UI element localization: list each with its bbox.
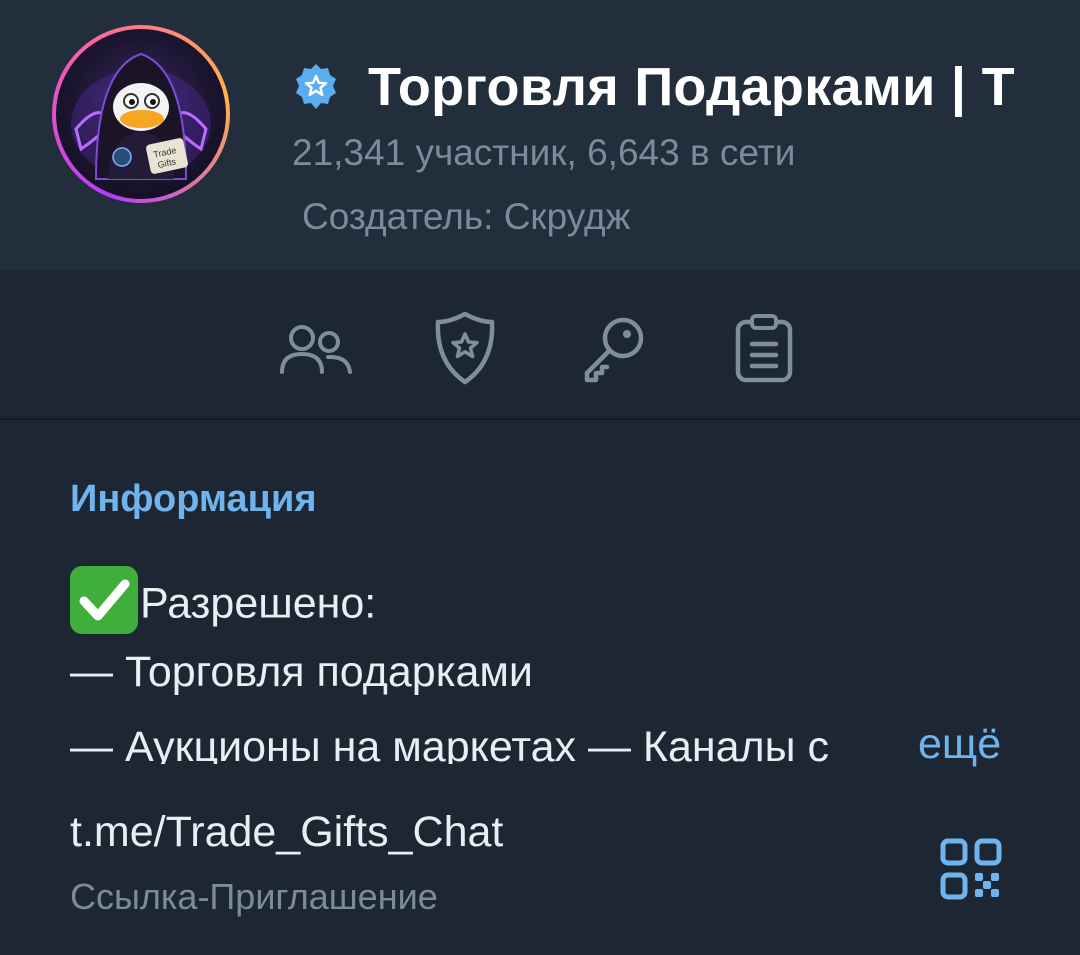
qr-code-icon[interactable]: [940, 838, 1002, 900]
description-line-1: Разрешено:: [70, 566, 377, 640]
profile-header: Trade Gifts Торговля Подарками | Т 21,34…: [0, 0, 1080, 270]
admins-shield-icon: [435, 311, 495, 385]
chat-info-page: Trade Gifts Торговля Подарками | Т 21,34…: [0, 0, 1080, 955]
info-section: Информация Разрешено: — Торговля подарка…: [0, 420, 1080, 955]
group-avatar[interactable]: Trade Gifts: [52, 25, 230, 203]
description-line-3: — Аукционы на маркетах — Каналы с: [70, 718, 930, 764]
section-title-info: Информация: [70, 478, 317, 520]
duck-hacker-avatar-illustration: Trade Gifts: [71, 52, 211, 180]
check-mark-emoji-icon: [70, 566, 138, 634]
show-more-link[interactable]: ещё: [918, 720, 1001, 769]
invite-link-caption: Ссылка-Приглашение: [70, 876, 438, 917]
group-title: Торговля Подарками | Т: [368, 57, 1015, 117]
description-line-2: — Торговля подарками: [70, 648, 533, 696]
recent-actions-button[interactable]: [724, 308, 804, 388]
member-count: 21,341 участник, 6,643 в сети: [292, 132, 796, 173]
avatar-image: Trade Gifts: [56, 29, 226, 199]
permissions-key-icon: [584, 317, 644, 383]
recent-actions-clipboard-icon: [735, 314, 793, 383]
members-button[interactable]: [276, 308, 356, 388]
description-line-3-text: — Аукционы на маркетах — Каналы с: [70, 723, 829, 764]
title-fade: [1020, 52, 1080, 122]
description-allowed-label: Разрешено:: [140, 579, 377, 628]
administrators-button[interactable]: [425, 308, 505, 388]
members-icon: [280, 325, 352, 374]
verified-badge-icon: [296, 64, 336, 109]
creator-label: Создатель: Скрудж: [302, 196, 631, 237]
admin-action-bar: [0, 270, 1080, 420]
permissions-button[interactable]: [573, 308, 653, 388]
title-row: Торговля Подарками | Т: [290, 52, 1080, 122]
invite-link[interactable]: t.me/Trade_Gifts_Chat: [70, 808, 503, 857]
